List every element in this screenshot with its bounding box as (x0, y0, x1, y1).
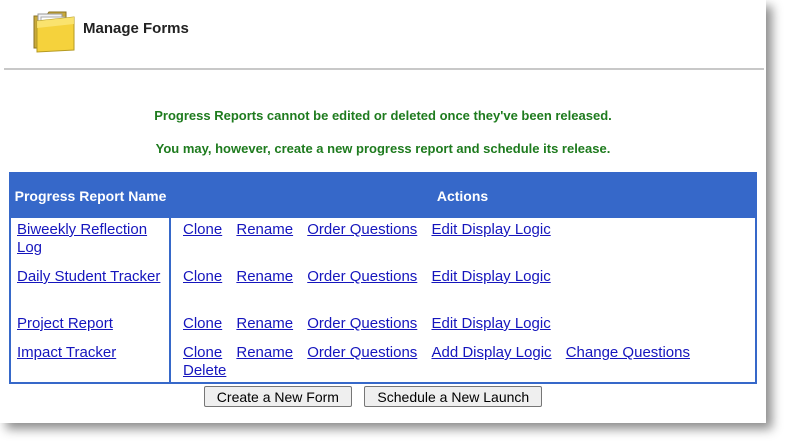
clone-link[interactable]: Clone (183, 344, 222, 361)
delete-link[interactable]: Delete (183, 362, 226, 379)
clone-link[interactable]: Clone (183, 315, 222, 332)
header-divider (4, 68, 764, 70)
table-row: Impact Tracker Clone Rename Order Questi… (10, 341, 756, 383)
folder-icon (33, 11, 75, 53)
column-header-actions: Actions (170, 173, 756, 218)
rename-link[interactable]: Rename (236, 344, 293, 361)
clone-link[interactable]: Clone (183, 221, 222, 238)
page-title: Manage Forms (83, 20, 189, 37)
report-link-project-report[interactable]: Project Report (17, 315, 113, 332)
rename-link[interactable]: Rename (236, 315, 293, 332)
table-row: Daily Student Tracker Clone Rename Order… (10, 265, 756, 312)
table-row: Biweekly Reflection Log Clone Rename Ord… (10, 218, 756, 265)
form-actions: Create a New Form Schedule a New Launch (0, 386, 746, 407)
edit-display-logic-link[interactable]: Edit Display Logic (431, 221, 550, 238)
edit-display-logic-link[interactable]: Edit Display Logic (431, 315, 550, 332)
rename-link[interactable]: Rename (236, 221, 293, 238)
notice-edit-restriction: Progress Reports cannot be edited or del… (154, 108, 612, 123)
notice-create-alternative: You may, however, create a new progress … (155, 141, 611, 156)
progress-reports-table: Progress Report Name Actions Biweekly Re… (9, 172, 757, 384)
report-link-impact-tracker[interactable]: Impact Tracker (17, 344, 116, 361)
edit-display-logic-link[interactable]: Edit Display Logic (431, 268, 550, 285)
order-questions-link[interactable]: Order Questions (307, 315, 417, 332)
report-link-biweekly-reflection-log[interactable]: Biweekly Reflection Log (17, 221, 147, 256)
clone-link[interactable]: Clone (183, 268, 222, 285)
order-questions-link[interactable]: Order Questions (307, 344, 417, 361)
page-header: Manage Forms (0, 0, 766, 68)
rename-link[interactable]: Rename (236, 268, 293, 285)
manage-forms-panel: Manage Forms Progress Reports cannot be … (0, 0, 766, 423)
order-questions-link[interactable]: Order Questions (307, 221, 417, 238)
order-questions-link[interactable]: Order Questions (307, 268, 417, 285)
add-display-logic-link[interactable]: Add Display Logic (431, 344, 551, 361)
create-new-form-button[interactable]: Create a New Form (203, 386, 352, 407)
schedule-new-launch-button[interactable]: Schedule a New Launch (364, 386, 543, 407)
column-header-name: Progress Report Name (10, 173, 170, 218)
report-link-daily-student-tracker[interactable]: Daily Student Tracker (17, 268, 160, 285)
change-questions-link[interactable]: Change Questions (566, 344, 690, 361)
table-row: Project Report Clone Rename Order Questi… (10, 312, 756, 341)
